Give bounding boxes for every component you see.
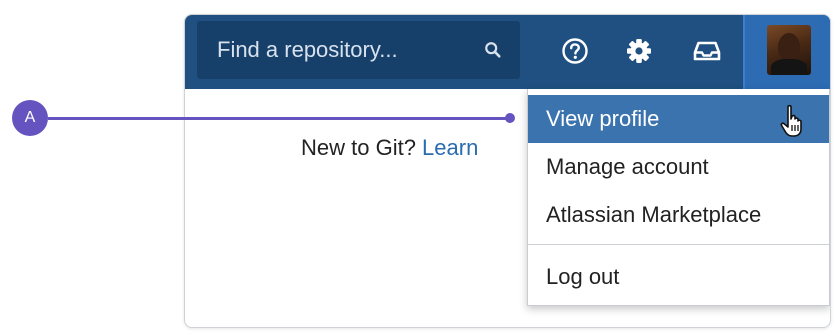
learn-link[interactable]: Learn xyxy=(422,135,478,160)
new-to-git-text: New to Git? Learn xyxy=(301,135,478,161)
annotation-badge: A xyxy=(12,100,48,136)
help-button[interactable] xyxy=(555,31,595,71)
search-box[interactable] xyxy=(197,21,520,79)
settings-button[interactable] xyxy=(619,31,659,71)
app-window: New to Git? Learn View profile Manage ac… xyxy=(184,14,831,328)
menu-item-manage-account[interactable]: Manage account xyxy=(528,143,829,191)
menu-item-label: Manage account xyxy=(546,154,709,179)
menu-item-atlassian-marketplace[interactable]: Atlassian Marketplace xyxy=(528,191,829,239)
menu-item-label: Atlassian Marketplace xyxy=(546,202,762,227)
inbox-button[interactable] xyxy=(687,31,727,71)
top-navigation-bar xyxy=(185,15,830,89)
menu-item-log-out[interactable]: Log out xyxy=(528,253,829,301)
annotation-dot xyxy=(505,113,515,123)
new-to-git-prompt: New to Git? xyxy=(301,135,423,160)
annotation-line xyxy=(48,117,510,120)
menu-item-view-profile[interactable]: View profile xyxy=(528,95,829,143)
menu-item-label: View profile xyxy=(546,106,660,131)
hand-cursor-icon xyxy=(780,104,802,137)
profile-dropdown-menu: View profile Manage account Atlassian Ma… xyxy=(527,89,830,306)
avatar-body xyxy=(771,59,807,75)
avatar-face xyxy=(778,33,800,61)
menu-divider xyxy=(528,244,829,245)
inbox-icon xyxy=(693,41,721,61)
search-icon[interactable] xyxy=(484,41,502,59)
gear-icon xyxy=(627,39,651,63)
search-input[interactable] xyxy=(197,21,467,79)
avatar[interactable] xyxy=(767,25,811,75)
help-icon xyxy=(562,38,588,64)
menu-item-label: Log out xyxy=(546,264,620,289)
profile-menu-trigger[interactable] xyxy=(743,15,830,89)
